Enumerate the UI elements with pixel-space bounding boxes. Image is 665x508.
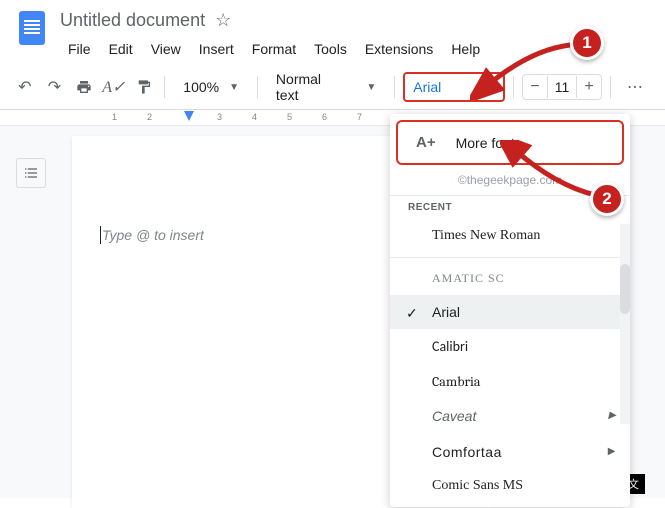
menu-bar: File Edit View Insert Format Tools Exten… [60,37,653,61]
ruler-tick: 5 [287,112,292,122]
outline-toggle[interactable] [16,158,46,188]
add-font-icon: A+ [416,134,436,151]
ruler-tick: 3 [217,112,222,122]
annotation-callout-1: 1 [570,26,604,60]
redo-button[interactable]: ↷ [42,73,68,101]
font-size-decrease[interactable]: − [523,75,547,99]
style-value: Normal text [276,71,338,103]
font-item-label: Arial [432,304,460,320]
font-item-label: Caveat [432,408,476,424]
font-size-increase[interactable]: + [577,75,601,99]
menu-file[interactable]: File [60,37,99,61]
indent-marker[interactable] [184,111,194,121]
menu-format[interactable]: Format [244,37,304,61]
toolbar: ↶ ↷ A✓ 100% ▼ Normal text ▼ Arial ▼ − 11… [0,65,665,110]
paint-format-button[interactable] [131,73,157,101]
undo-button[interactable]: ↶ [12,73,38,101]
text-cursor [100,226,101,244]
font-item-arial[interactable]: ✓ Arial [390,295,630,329]
ruler-tick: 6 [322,112,327,122]
chevron-down-icon: ▼ [366,82,376,93]
document-title[interactable]: Untitled document [60,10,205,31]
zoom-value: 100% [183,79,219,95]
more-tools[interactable]: ⋯ [619,77,653,97]
menu-insert[interactable]: Insert [191,37,242,61]
annotation-callout-2: 2 [590,182,624,216]
chevron-down-icon: ▼ [229,82,239,93]
menu-extensions[interactable]: Extensions [357,37,441,61]
submenu-arrow-icon: ▶ [608,446,616,457]
font-item-amatic-sc[interactable]: Amatic SC [390,262,630,295]
font-item-cambria[interactable]: Cambria [390,364,630,399]
font-item-label: Comfortaa [432,444,502,460]
font-size-group: − 11 + [522,74,602,100]
zoom-selector[interactable]: 100% ▼ [173,79,249,95]
font-item-comfortaa[interactable]: Comfortaa ▶ [390,435,630,469]
check-icon: ✓ [406,305,418,322]
font-item-comic-sans[interactable]: Comic Sans MS [390,469,630,503]
spellcheck-button[interactable]: A✓ [101,73,127,101]
submenu-arrow-icon: ▶ [608,410,616,421]
font-item-times-new-roman[interactable]: Times New Roman [390,219,630,253]
scrollbar-thumb[interactable] [620,264,630,314]
more-fonts-label: More fonts [456,135,522,151]
menu-tools[interactable]: Tools [306,37,355,61]
menu-help[interactable]: Help [443,37,488,61]
font-size-value[interactable]: 11 [547,76,577,98]
font-dropdown: A+ More fonts ©thegeekpage.com RECENT Ti… [390,114,630,507]
style-selector[interactable]: Normal text ▼ [266,71,386,103]
scrollbar-track[interactable] [620,224,630,424]
docs-logo-icon [19,11,45,45]
menu-edit[interactable]: Edit [101,37,141,61]
ruler-tick: 4 [252,112,257,122]
print-button[interactable] [71,73,97,101]
ruler-tick: 2 [147,112,152,122]
ruler-tick: 1 [112,112,117,122]
font-value: Arial [413,79,441,95]
insert-placeholder: Type @ to insert [102,227,204,243]
ruler-tick: 7 [357,112,362,122]
font-item-caveat[interactable]: Caveat ▶ [390,399,630,435]
star-icon[interactable]: ☆ [215,10,231,31]
font-selector[interactable]: Arial ▼ [403,72,505,102]
menu-view[interactable]: View [143,37,189,61]
chevron-down-icon: ▼ [485,82,495,93]
docs-logo[interactable] [12,8,52,48]
more-fonts-button[interactable]: A+ More fonts [396,120,624,165]
font-item-calibri[interactable]: Calibri [390,329,630,364]
